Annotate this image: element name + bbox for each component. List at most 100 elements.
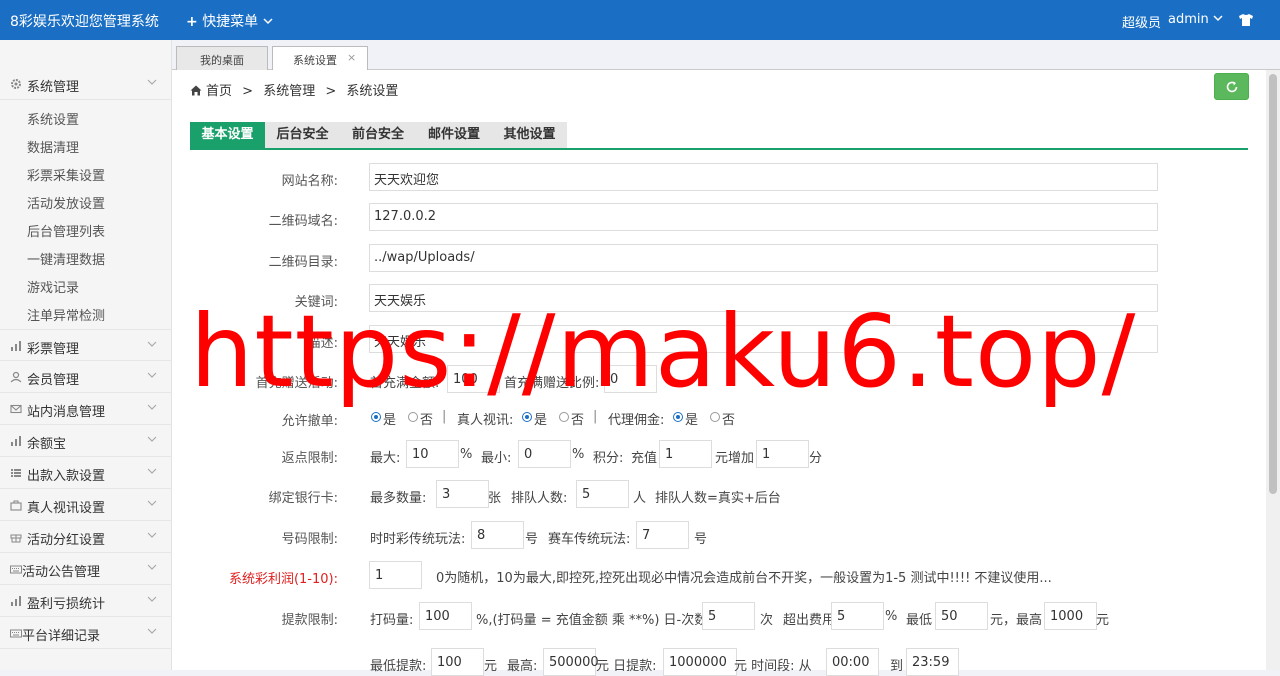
user-menu[interactable]: admin <box>1168 12 1223 27</box>
sidebar-item-lottery-collect[interactable]: 彩票采集设置 <box>27 165 105 184</box>
withdraw-times-input[interactable]: 5 <box>702 602 755 630</box>
sidebar-item-one-click-clean[interactable]: 一键清理数据 <box>27 249 105 268</box>
sidebar-group-platform-records[interactable]: 平台详细记录 <box>0 617 172 649</box>
live-no-radio[interactable] <box>559 412 569 422</box>
page-tab-strip: 我的桌面 系统设置 × <box>172 40 1280 71</box>
chevron-down-icon <box>147 404 157 410</box>
qr-domain-input[interactable]: 127.0.0.2 <box>369 203 1158 231</box>
main-scrollbar[interactable] <box>1266 70 1280 670</box>
sidebar-group-yuebao[interactable]: 余额宝 <box>0 425 172 457</box>
refresh-icon <box>1226 81 1238 93</box>
sidebar-group-lottery[interactable]: 彩票管理 <box>0 329 172 361</box>
number-limit-label: 号码限制: <box>281 532 338 547</box>
user-role: 超级员 <box>1122 16 1162 31</box>
envelope-icon <box>10 404 22 414</box>
rebate-label: 返点限制: <box>281 451 338 466</box>
bet-amount-input[interactable]: 100 <box>419 602 472 630</box>
qr-domain-label: 二维码域名: <box>268 214 338 229</box>
breadcrumb: 首页 > 系统管理 > 系统设置 <box>190 80 398 99</box>
daily-withdraw-input[interactable]: 1000000 <box>663 648 737 676</box>
tab-system-settings[interactable]: 系统设置 × <box>272 46 368 71</box>
breadcrumb-home[interactable]: 首页 <box>206 84 232 99</box>
bar-chart-icon <box>11 596 21 606</box>
ssc-number-input[interactable]: 8 <box>471 521 524 549</box>
chevron-down-icon <box>263 18 273 25</box>
bar-chart-icon <box>11 436 21 446</box>
scrollbar-thumb[interactable] <box>1269 74 1277 494</box>
chevron-down-icon <box>147 79 157 85</box>
bank-queue-input[interactable]: 5 <box>576 480 629 508</box>
quick-menu-button[interactable]: + 快捷菜单 <box>186 11 273 31</box>
agent-no-radio[interactable] <box>710 412 720 422</box>
rebate-max-input[interactable]: 10 <box>406 440 459 468</box>
briefcase-icon <box>10 500 22 511</box>
period-from-input[interactable]: 00:00 <box>826 648 879 676</box>
agent-yes-radio[interactable] <box>673 412 683 422</box>
tab-other-settings[interactable]: 其他设置 <box>492 122 567 148</box>
withdraw-label: 提款限制: <box>281 613 338 628</box>
sidebar-group-profit-loss[interactable]: 盈利亏损统计 <box>0 585 172 617</box>
profit-note: 0为随机，10为最大,即控死,控死出现必中情况会造成前台不开奖，一般设置为1-5… <box>436 571 1052 586</box>
close-icon[interactable]: × <box>347 51 356 64</box>
site-name-input[interactable]: 天天欢迎您 <box>369 163 1158 191</box>
settings-tabs: 基本设置 后台安全 前台安全 邮件设置 其他设置 <box>190 122 1248 150</box>
qr-dir-label: 二维码目录: <box>268 255 338 270</box>
withdraw-fee-input[interactable]: 5 <box>831 602 884 630</box>
sidebar-item-data-clean[interactable]: 数据清理 <box>27 137 79 156</box>
breadcrumb-current: 系统设置 <box>346 84 399 99</box>
withdraw-max-input[interactable]: 1000 <box>1044 602 1097 630</box>
sidebar-group-system[interactable]: 系统管理 <box>0 68 172 100</box>
sidebar: 系统管理 系统设置 数据清理 彩票采集设置 活动发放设置 后台管理列表 一键清理… <box>0 40 172 670</box>
sidebar-group-messages[interactable]: 站内消息管理 <box>0 393 172 425</box>
cancel-no-radio[interactable] <box>408 412 418 422</box>
refresh-button[interactable] <box>1214 73 1249 100</box>
tab-backend-security[interactable]: 后台安全 <box>265 122 340 148</box>
breadcrumb-system[interactable]: 系统管理 <box>263 84 315 99</box>
withdraw-min-input[interactable]: 50 <box>935 602 988 630</box>
bank-max-input[interactable]: 3 <box>436 480 489 508</box>
sidebar-item-system-settings[interactable]: 系统设置 <box>27 109 79 128</box>
live-yes-radio[interactable] <box>522 412 532 422</box>
chevron-down-icon <box>147 500 157 506</box>
tshirt-icon[interactable] <box>1238 12 1254 28</box>
chevron-down-icon <box>147 532 157 538</box>
sidebar-group-live-video[interactable]: 真人视讯设置 <box>0 489 172 521</box>
plus-icon: + <box>186 14 198 30</box>
sidebar-item-admin-list[interactable]: 后台管理列表 <box>27 221 105 240</box>
chevron-down-icon <box>147 628 157 634</box>
min-withdraw-input[interactable]: 100 <box>431 648 484 676</box>
chevron-down-icon <box>1213 15 1223 22</box>
sidebar-item-game-records[interactable]: 游戏记录 <box>27 277 79 296</box>
top-bar: 8彩娱乐欢迎您管理系统 + 快捷菜单 超级员 admin <box>0 0 1280 40</box>
chevron-down-icon <box>147 372 157 378</box>
tab-basic-settings[interactable]: 基本设置 <box>190 122 265 148</box>
home-icon <box>190 85 202 96</box>
period-to-input[interactable]: 23:59 <box>906 648 959 676</box>
tab-mail-settings[interactable]: 邮件设置 <box>416 122 492 148</box>
max-withdraw-input[interactable]: 500000 <box>543 648 599 676</box>
sidebar-item-bet-anomaly[interactable]: 注单异常检测 <box>27 305 105 324</box>
keyboard-icon <box>10 565 22 574</box>
app-title: 8彩娱乐欢迎您管理系统 <box>10 14 159 30</box>
rebate-min-input[interactable]: 0 <box>518 440 571 468</box>
rebate-recharge-input[interactable]: 1 <box>659 440 712 468</box>
watermark-text: https://maku6.top/ <box>190 293 1137 410</box>
gear-icon <box>11 79 21 89</box>
sidebar-group-activity-dividend[interactable]: 活动分红设置 <box>0 521 172 553</box>
chevron-down-icon <box>147 468 157 474</box>
chevron-down-icon <box>147 596 157 602</box>
tab-frontend-security[interactable]: 前台安全 <box>340 122 416 148</box>
cancel-yes-radio[interactable] <box>371 412 381 422</box>
race-number-input[interactable]: 7 <box>636 521 689 549</box>
chevron-down-icon <box>147 436 157 442</box>
sidebar-group-deposit-withdraw[interactable]: 出款入款设置 <box>0 457 172 489</box>
sidebar-group-members[interactable]: 会员管理 <box>0 361 172 393</box>
site-name-label: 网站名称: <box>281 174 338 189</box>
sidebar-group-announcements[interactable]: 活动公告管理 <box>0 553 172 585</box>
allow-cancel-label: 允许撤单: <box>281 414 338 429</box>
tab-desktop[interactable]: 我的桌面 <box>176 46 268 70</box>
profit-input[interactable]: 1 <box>369 561 422 589</box>
qr-dir-input[interactable]: ../wap/Uploads/ <box>369 244 1158 272</box>
rebate-points-input[interactable]: 1 <box>756 440 809 468</box>
sidebar-item-activity-release[interactable]: 活动发放设置 <box>27 193 105 212</box>
